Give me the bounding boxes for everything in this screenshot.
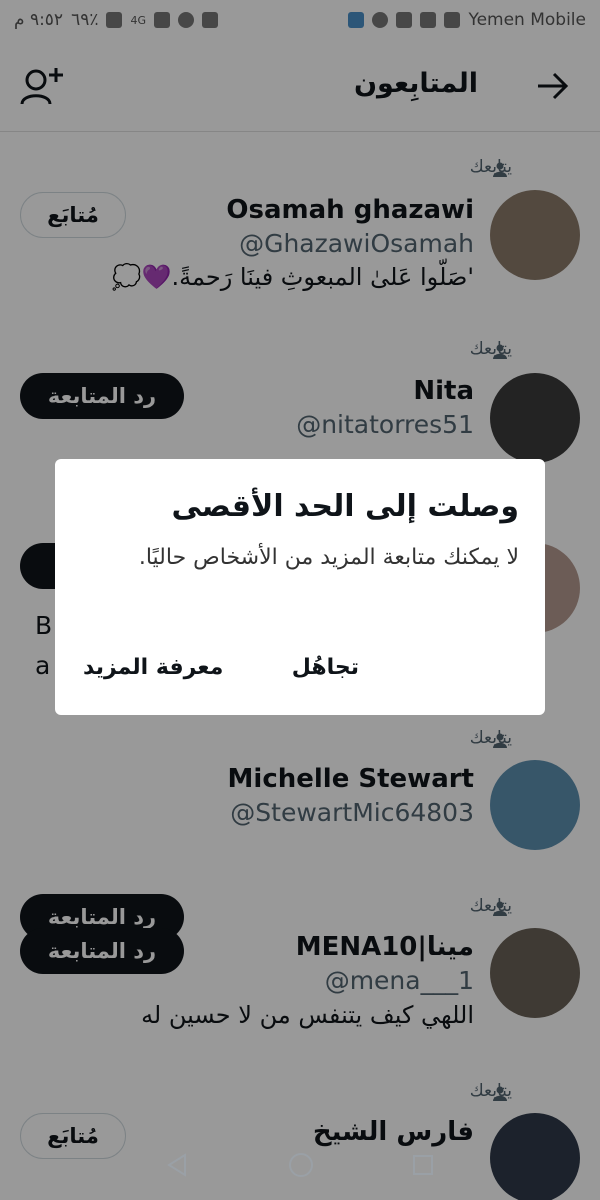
learn-more-button[interactable]: معرفة المزيد bbox=[83, 655, 223, 680]
square-recents-icon[interactable] bbox=[411, 1153, 435, 1177]
dialog-actions: تجاهُل معرفة المزيد bbox=[83, 655, 545, 687]
limit-dialog: وصلت إلى الحد الأقصى لا يمكنك متابعة الم… bbox=[55, 459, 545, 715]
circle-home-icon[interactable] bbox=[287, 1151, 315, 1179]
dismiss-button[interactable]: تجاهُل bbox=[292, 655, 359, 680]
triangle-back-icon[interactable] bbox=[165, 1152, 191, 1178]
dialog-title: وصلت إلى الحد الأقصى bbox=[171, 489, 519, 524]
dialog-body: لا يمكنك متابعة المزيد من الأشخاص حاليًا… bbox=[138, 545, 519, 570]
system-nav-bar bbox=[0, 1130, 600, 1200]
